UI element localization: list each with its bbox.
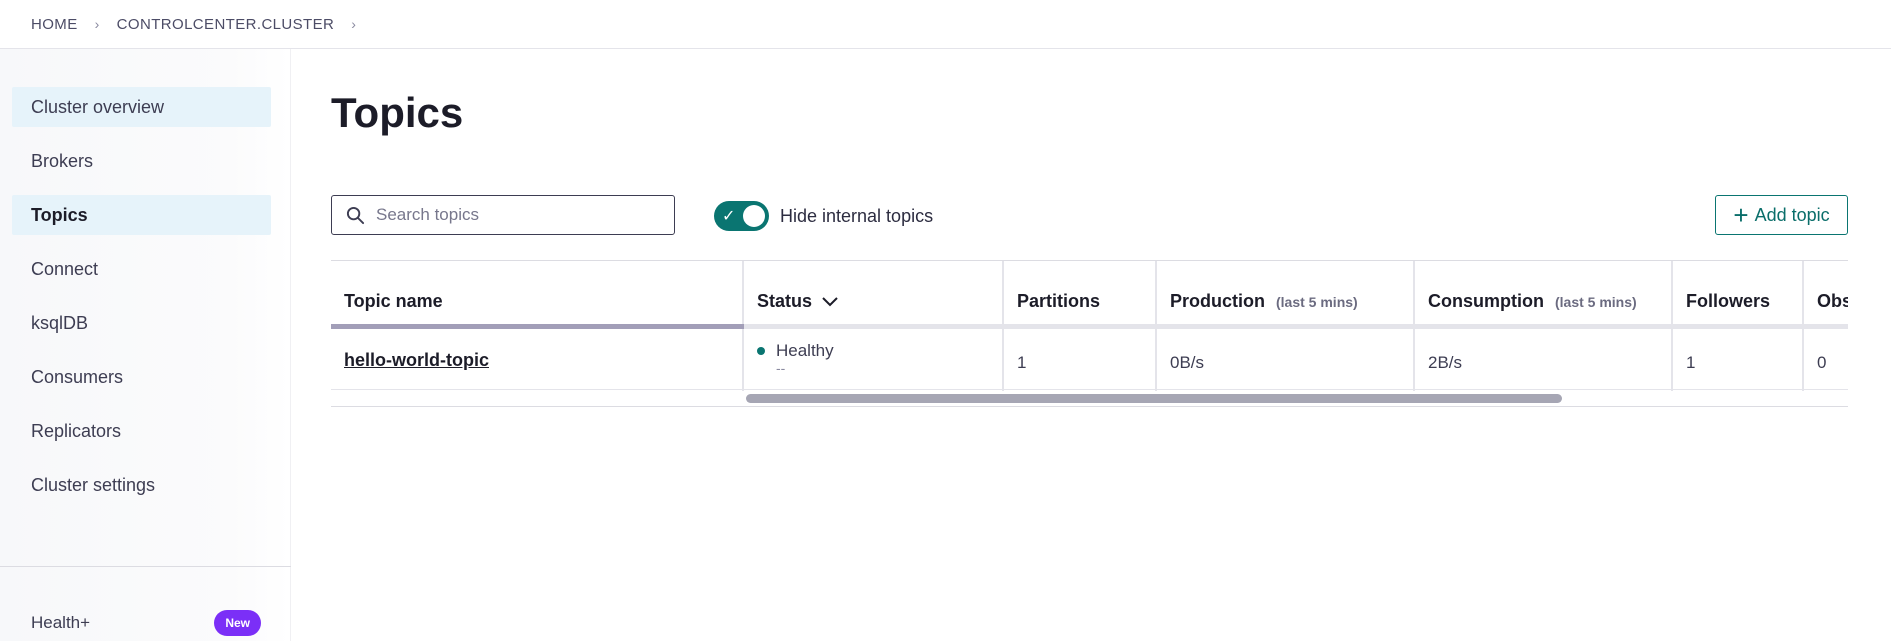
sidebar: Cluster overview Brokers Topics Connect … xyxy=(0,49,291,641)
breadcrumb: HOME › CONTROLCENTER.CLUSTER › xyxy=(0,0,1891,49)
sidebar-item-cluster-settings[interactable]: Cluster settings xyxy=(12,465,271,505)
table-row: hello-world-topic xyxy=(344,350,489,371)
header-followers[interactable]: Followers xyxy=(1686,291,1770,312)
sidebar-item-topics[interactable]: Topics xyxy=(12,195,271,235)
header-followers-label: Followers xyxy=(1686,291,1771,311)
header-topic-name[interactable]: Topic name xyxy=(344,291,443,312)
healthy-dot-icon xyxy=(757,347,765,355)
page-title: Topics xyxy=(331,89,464,136)
sidebar-item-ksqldb[interactable]: ksqlDB xyxy=(12,303,271,343)
new-badge: New xyxy=(214,610,261,636)
hide-internal-topics-toggle[interactable]: ✓ xyxy=(714,201,769,231)
toggle-knob xyxy=(743,205,765,227)
hide-internal-topics-toggle-wrap: ✓ Hide internal topics xyxy=(714,201,933,231)
sidebar-item-connect[interactable]: Connect xyxy=(12,249,271,289)
search-input[interactable] xyxy=(376,205,656,225)
chevron-right-icon: › xyxy=(351,16,357,32)
health-plus-label: Health+ xyxy=(31,613,91,632)
production-cell: 0B/s xyxy=(1170,353,1205,372)
header-status[interactable]: Status xyxy=(757,291,838,312)
sidebar-item-consumers[interactable]: Consumers xyxy=(12,357,271,397)
sidebar-item-replicators[interactable]: Replicators xyxy=(12,411,271,451)
sidebar-item-brokers[interactable]: Brokers xyxy=(12,141,271,181)
search-icon xyxy=(346,206,365,224)
status-cell: Healthy -- xyxy=(757,341,834,375)
sidebar-item-cluster-overview[interactable]: Cluster overview xyxy=(12,87,271,127)
sidebar-divider xyxy=(0,566,291,567)
breadcrumb-home[interactable]: HOME xyxy=(31,16,78,33)
header-partitions-label: Partitions xyxy=(1017,291,1101,311)
table-bottom-border xyxy=(331,406,1848,407)
row-divider xyxy=(331,389,1848,390)
status-subtext: -- xyxy=(776,360,786,376)
consumption-cell: 2B/s xyxy=(1428,353,1463,372)
partitions-cell: 1 xyxy=(1017,353,1027,372)
header-underline xyxy=(331,324,1848,329)
chevron-right-icon: › xyxy=(94,16,100,32)
chevron-down-icon xyxy=(822,296,838,306)
followers-cell: 1 xyxy=(1686,353,1696,372)
header-status-label: Status xyxy=(757,291,813,311)
header-consumption[interactable]: Consumption (last 5 mins) xyxy=(1428,291,1637,312)
add-topic-button[interactable]: + Add topic xyxy=(1715,195,1848,235)
search-box[interactable] xyxy=(331,195,675,235)
status-text: Healthy xyxy=(776,341,834,360)
obs-cell: 0 xyxy=(1817,353,1827,372)
topic-link[interactable]: hello-world-topic xyxy=(344,350,489,370)
breadcrumb-cluster[interactable]: CONTROLCENTER.CLUSTER xyxy=(117,16,335,33)
header-production-sub: (last 5 mins) xyxy=(1276,293,1358,310)
header-production-label: Production xyxy=(1170,291,1265,311)
sorted-column-indicator xyxy=(331,324,744,329)
topics-table: Topic name hello-world-topic Status Heal… xyxy=(331,260,1848,407)
horizontal-scrollbar[interactable] xyxy=(746,394,1562,403)
sidebar-nav: Cluster overview Brokers Topics Connect … xyxy=(12,87,271,519)
header-consumption-sub: (last 5 mins) xyxy=(1554,293,1637,310)
header-obs[interactable]: Obs xyxy=(1817,291,1848,312)
toggle-label: Hide internal topics xyxy=(780,205,934,226)
add-topic-label: Add topic xyxy=(1754,204,1830,225)
sidebar-item-health-plus[interactable]: Health+ New xyxy=(31,610,261,636)
header-obs-label: Obs xyxy=(1817,291,1848,311)
plus-icon: + xyxy=(1733,200,1749,230)
header-partitions[interactable]: Partitions xyxy=(1017,291,1100,312)
header-topic-name-label: Topic name xyxy=(344,291,443,311)
header-consumption-label: Consumption xyxy=(1428,291,1544,311)
check-icon: ✓ xyxy=(722,208,736,225)
header-production[interactable]: Production (last 5 mins) xyxy=(1170,291,1358,312)
